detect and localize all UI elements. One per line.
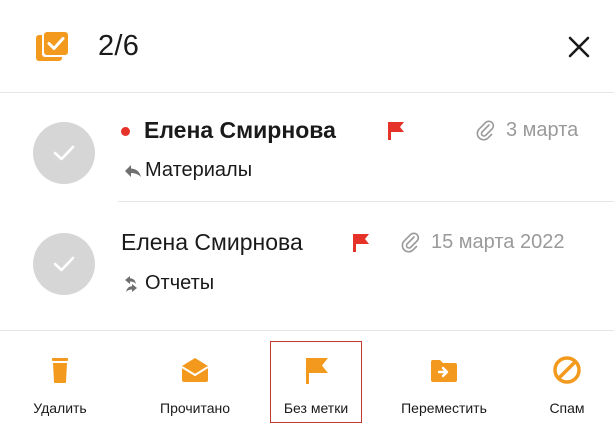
flag-icon <box>353 234 369 252</box>
close-icon[interactable] <box>560 28 598 66</box>
unread-dot <box>121 127 130 136</box>
header-divider <box>0 92 614 93</box>
reply-forward-icon <box>125 276 137 292</box>
flag-icon <box>388 122 404 140</box>
reply-icon <box>125 165 141 177</box>
spam-label: Спам <box>549 400 585 416</box>
checkmark-icon <box>53 145 75 161</box>
attachment-icon <box>476 120 495 141</box>
move-label: Переместить <box>401 400 487 416</box>
open-envelope-icon <box>181 358 209 382</box>
spam-button[interactable]: Спам <box>532 341 602 423</box>
mark-read-button[interactable]: Прочитано <box>144 341 246 423</box>
row-divider <box>118 201 614 202</box>
message-subject: Материалы <box>145 159 253 181</box>
sender-name: Елена Смирнова <box>144 117 336 143</box>
move-button[interactable]: Переместить <box>388 341 500 423</box>
move-folder-icon <box>431 360 457 382</box>
attachment-icon <box>401 232 420 253</box>
message-row[interactable]: Елена Смирнова 15 марта 2022 Отчеты <box>0 207 614 311</box>
message-date: 15 марта 2022 <box>431 231 565 253</box>
delete-button[interactable]: Удалить <box>14 341 106 423</box>
message-date: 3 марта <box>506 119 579 141</box>
action-toolbar: Удалить Прочитано Без метки Переместить … <box>0 331 614 427</box>
mark-read-label: Прочитано <box>160 400 230 416</box>
checkmark-icon <box>53 256 75 272</box>
block-icon <box>553 356 581 384</box>
checked-stack-icon[interactable] <box>36 30 70 62</box>
selected-avatar[interactable] <box>33 233 95 295</box>
trash-icon <box>52 358 68 383</box>
selection-header: 2/6 <box>0 0 614 92</box>
remove-flag-label: Без метки <box>283 400 349 416</box>
sender-name: Елена Смирнова <box>121 229 303 255</box>
message-row[interactable]: Елена Смирнова 3 марта Материалы <box>0 101 614 205</box>
selected-avatar[interactable] <box>33 122 95 184</box>
remove-flag-button[interactable]: Без метки <box>270 341 362 423</box>
delete-label: Удалить <box>33 400 87 416</box>
message-subject: Отчеты <box>145 272 215 294</box>
selection-count: 2/6 <box>98 30 140 62</box>
flag-icon <box>306 358 328 384</box>
